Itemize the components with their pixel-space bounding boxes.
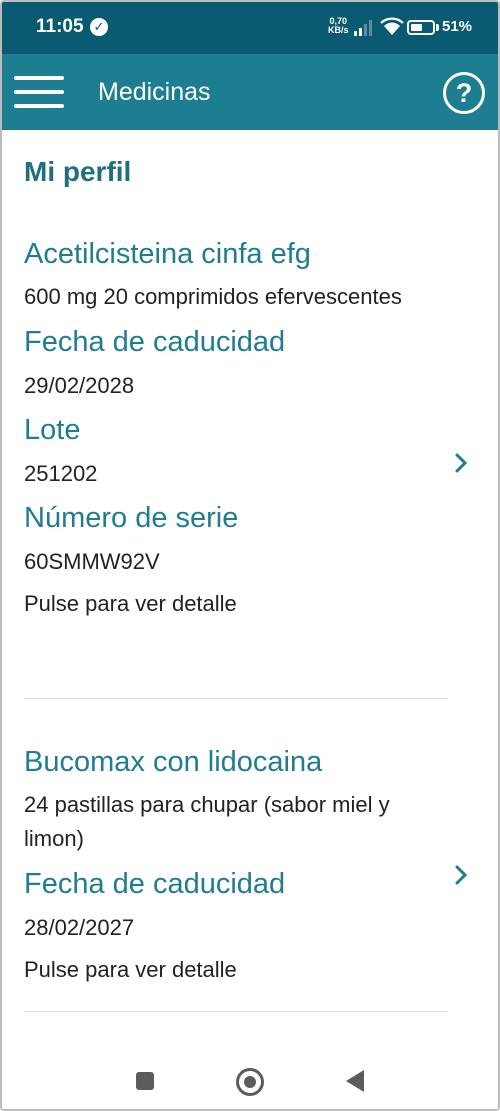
status-time: 11:05 bbox=[36, 16, 84, 37]
medicine-name: Acetilcisteina cinfa efg bbox=[24, 238, 311, 270]
battery-cap bbox=[436, 24, 439, 31]
expiry-value: 29/02/2028 bbox=[24, 373, 135, 398]
medicine-card[interactable]: Bucomax con lidocaina 24 pastillas para … bbox=[2, 744, 498, 1014]
medicine-card-body: Acetilcisteina cinfa efg 600 mg 20 compr… bbox=[24, 236, 448, 620]
wifi-icon bbox=[380, 17, 404, 35]
serial-label: Número de serie bbox=[24, 502, 239, 534]
system-nav-bar bbox=[2, 1050, 498, 1109]
medicine-card-body: Bucomax con lidocaina 24 pastillas para … bbox=[24, 744, 448, 986]
network-speed-unit: KB/s bbox=[328, 25, 349, 35]
lot-value: 251202 bbox=[24, 461, 98, 486]
divider bbox=[24, 1011, 448, 1012]
divider bbox=[24, 698, 448, 699]
lot-label: Lote bbox=[24, 414, 81, 446]
page-title: Mi perfil bbox=[24, 156, 132, 187]
detail-hint: Pulse para ver detalle bbox=[24, 591, 237, 616]
signal-icon bbox=[354, 20, 374, 36]
help-circle-icon[interactable]: ? bbox=[443, 72, 485, 114]
medicine-description: 24 pastillas para chupar (sabor miel y l… bbox=[24, 792, 390, 851]
check-circle-icon: ✓ bbox=[90, 18, 108, 36]
battery-percent: 51% bbox=[442, 18, 473, 35]
triangle-back-icon[interactable] bbox=[346, 1070, 364, 1092]
phone-screen: 11:05 ✓ 0,70 KB/s 51% Medicinas ? Mi per… bbox=[0, 0, 500, 1111]
medicine-card[interactable]: Acetilcisteina cinfa efg 600 mg 20 compr… bbox=[2, 236, 498, 700]
detail-hint: Pulse para ver detalle bbox=[24, 957, 237, 982]
app-bar: Medicinas ? bbox=[2, 54, 498, 130]
expiry-label: Fecha de caducidad bbox=[24, 326, 286, 358]
medicine-description: 600 mg 20 comprimidos efervescentes bbox=[24, 284, 402, 309]
hamburger-menu-icon[interactable] bbox=[14, 72, 64, 112]
status-bar: 11:05 ✓ 0,70 KB/s 51% bbox=[2, 2, 498, 54]
square-icon[interactable] bbox=[136, 1072, 154, 1090]
chevron-right-icon[interactable] bbox=[454, 452, 474, 482]
network-speed: 0,70 KB/s bbox=[328, 17, 349, 35]
expiry-value: 28/02/2027 bbox=[24, 915, 135, 940]
main-content: Mi perfil Acetilcisteina cinfa efg 600 m… bbox=[2, 130, 498, 1050]
circle-home-icon[interactable] bbox=[236, 1068, 264, 1096]
expiry-label: Fecha de caducidad bbox=[24, 868, 286, 900]
battery-icon bbox=[407, 20, 435, 35]
serial-value: 60SMMW92V bbox=[24, 549, 160, 574]
chevron-right-icon[interactable] bbox=[454, 864, 474, 894]
app-title: Medicinas bbox=[98, 78, 211, 106]
medicine-name: Bucomax con lidocaina bbox=[24, 746, 323, 778]
